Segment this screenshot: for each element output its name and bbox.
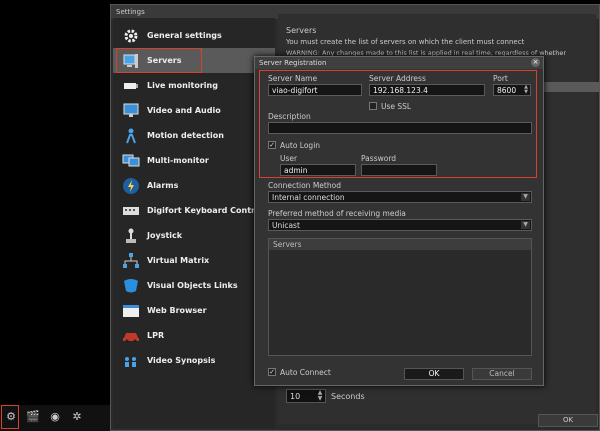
- seconds-label: Seconds: [331, 392, 365, 401]
- sidebar-item-label: Visual Objects Links: [147, 281, 238, 290]
- keyboard-icon: [121, 201, 141, 221]
- sidebar-item-joystick[interactable]: Joystick: [113, 223, 275, 248]
- taskbar-highlight: [1, 405, 19, 429]
- camera-icon: [121, 76, 141, 96]
- gear-icon: [121, 26, 141, 46]
- sidebar-item-alarms[interactable]: Alarms: [113, 173, 275, 198]
- sidebar-item-label: General settings: [147, 31, 222, 40]
- settings-icon[interactable]: ✲: [69, 410, 85, 424]
- connection-method-select[interactable]: Internal connection ▼: [268, 191, 532, 203]
- network-icon: [121, 251, 141, 271]
- auto-connect-label: Auto Connect: [280, 368, 331, 377]
- sidebar-item-video-audio[interactable]: Video and Audio: [113, 98, 275, 123]
- monitor-icon: [121, 101, 141, 121]
- servers-description: You must create the list of servers on w…: [286, 38, 525, 46]
- table-header: [540, 82, 600, 92]
- cancel-button[interactable]: Cancel: [472, 368, 532, 380]
- multi-monitor-icon: [121, 151, 141, 171]
- sidebar-item-label: Live monitoring: [147, 81, 218, 90]
- sidebar-item-multi-monitor[interactable]: Multi-monitor: [113, 148, 275, 173]
- sidebar-item-label: Multi-monitor: [147, 156, 209, 165]
- sidebar-item-label: Virtual Matrix: [147, 256, 210, 265]
- servers-highlight: [116, 48, 202, 73]
- seconds-spinner[interactable]: ▲ ▼: [316, 390, 324, 402]
- sidebar-item-label: Video Synopsis: [147, 356, 216, 365]
- sidebar-item-keyboard-control[interactable]: Digifort Keyboard Control: [113, 198, 275, 223]
- connection-method-value: Internal connection: [272, 193, 345, 202]
- joystick-icon: [121, 226, 141, 246]
- servers-legend: Servers: [286, 26, 317, 35]
- sidebar-item-label: Video and Audio: [147, 106, 221, 115]
- sidebar-item-video-synopsis[interactable]: Video Synopsis: [113, 348, 275, 373]
- sidebar-item-web-browser[interactable]: Web Browser: [113, 298, 275, 323]
- auto-connect-checkbox[interactable]: ✓: [268, 368, 276, 376]
- sidebar-item-general-settings[interactable]: General settings: [113, 23, 275, 48]
- sidebar-item-lpr[interactable]: LPR: [113, 323, 275, 348]
- sidebar-item-visual-objects-links[interactable]: Visual Objects Links: [113, 273, 275, 298]
- close-icon[interactable]: ×: [531, 58, 540, 67]
- sidebar-item-label: Web Browser: [147, 306, 207, 315]
- servers-list[interactable]: [268, 238, 532, 356]
- chevron-down-icon: ▼: [521, 193, 530, 201]
- dialog-title: Server Registration: [255, 57, 543, 69]
- car-icon: [121, 326, 141, 346]
- media-method-label: Preferred method of receiving media: [268, 209, 406, 218]
- media-method-select[interactable]: Unicast ▼: [268, 219, 532, 231]
- sidebar-item-label: Joystick: [147, 231, 183, 240]
- sidebar-item-label: Motion detection: [147, 131, 224, 140]
- ok-button[interactable]: OK: [404, 368, 464, 380]
- link-icon: [121, 276, 141, 296]
- video-icon[interactable]: 🎬: [25, 410, 41, 424]
- servers-list-header: Servers: [269, 239, 531, 250]
- media-method-value: Unicast: [272, 221, 300, 230]
- sidebar-item-virtual-matrix[interactable]: Virtual Matrix: [113, 248, 275, 273]
- settings-ok-button[interactable]: OK: [538, 414, 598, 427]
- sidebar-item-label: LPR: [147, 331, 165, 340]
- credentials-highlight: [259, 70, 537, 178]
- chevron-down-icon: ▼: [521, 221, 530, 229]
- connection-method-label: Connection Method: [268, 181, 341, 190]
- browser-icon: [121, 301, 141, 321]
- sidebar-item-label: Alarms: [147, 181, 179, 190]
- sidebar-item-motion-detection[interactable]: Motion detection: [113, 123, 275, 148]
- person-icon: [121, 126, 141, 146]
- synopsis-icon: [121, 351, 141, 371]
- eye-icon[interactable]: ◉: [47, 410, 63, 424]
- settings-sidebar: General settings Servers Live monitoring…: [113, 18, 275, 428]
- lightning-icon: [121, 176, 141, 196]
- sidebar-item-live-monitoring[interactable]: Live monitoring: [113, 73, 275, 98]
- sidebar-item-label: Digifort Keyboard Control: [147, 206, 264, 215]
